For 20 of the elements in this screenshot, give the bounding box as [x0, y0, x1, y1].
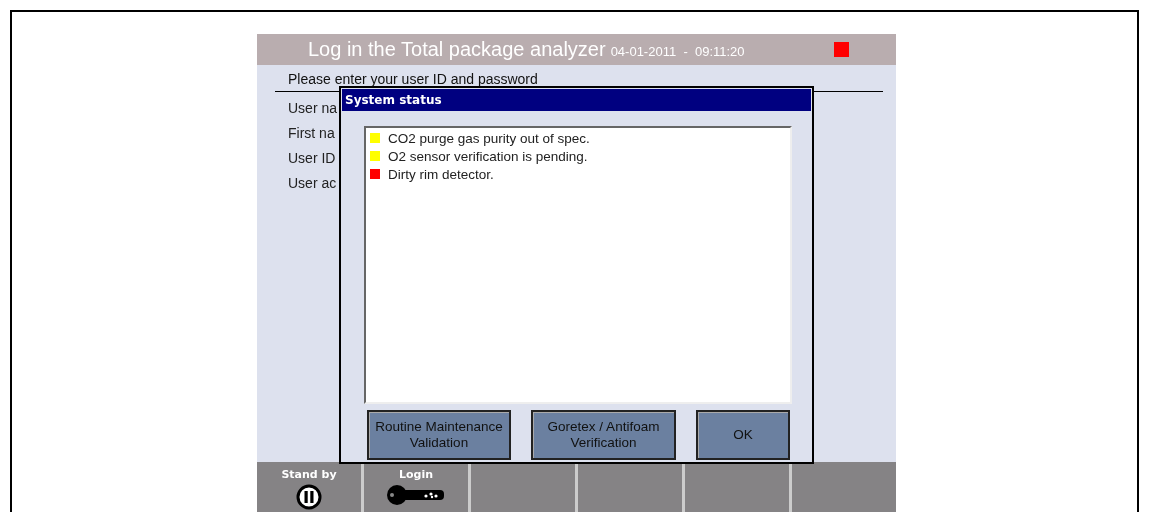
- message-text: O2 sensor verification is pending.: [388, 148, 588, 164]
- dialog-button[interactable]: OK: [696, 410, 790, 460]
- dialog-button[interactable]: Routine Maintenance Validation: [367, 410, 511, 460]
- window-title: Log in the Total package analyzer: [308, 38, 606, 61]
- function-key[interactable]: Stand by: [257, 462, 361, 512]
- function-key[interactable]: [685, 462, 789, 512]
- function-key[interactable]: Login: [364, 462, 468, 512]
- date-time: 04-01-2011 - 09:11:20: [610, 44, 745, 59]
- function-key[interactable]: [578, 462, 682, 512]
- message-text: CO2 purge gas purity out of spec.: [388, 130, 590, 146]
- function-key[interactable]: [471, 462, 575, 512]
- pause-icon: [296, 484, 322, 510]
- dialog-title: System status: [342, 89, 811, 111]
- message-text: Dirty rim detector.: [388, 166, 494, 182]
- key-icon: [386, 484, 446, 506]
- field-label: User na: [288, 100, 338, 117]
- field-label: User ac: [288, 175, 337, 192]
- field-label: User ID: [288, 150, 336, 167]
- dialog-button[interactable]: Goretex / Antifoam Verification: [531, 410, 676, 460]
- field-label: First na: [288, 125, 335, 142]
